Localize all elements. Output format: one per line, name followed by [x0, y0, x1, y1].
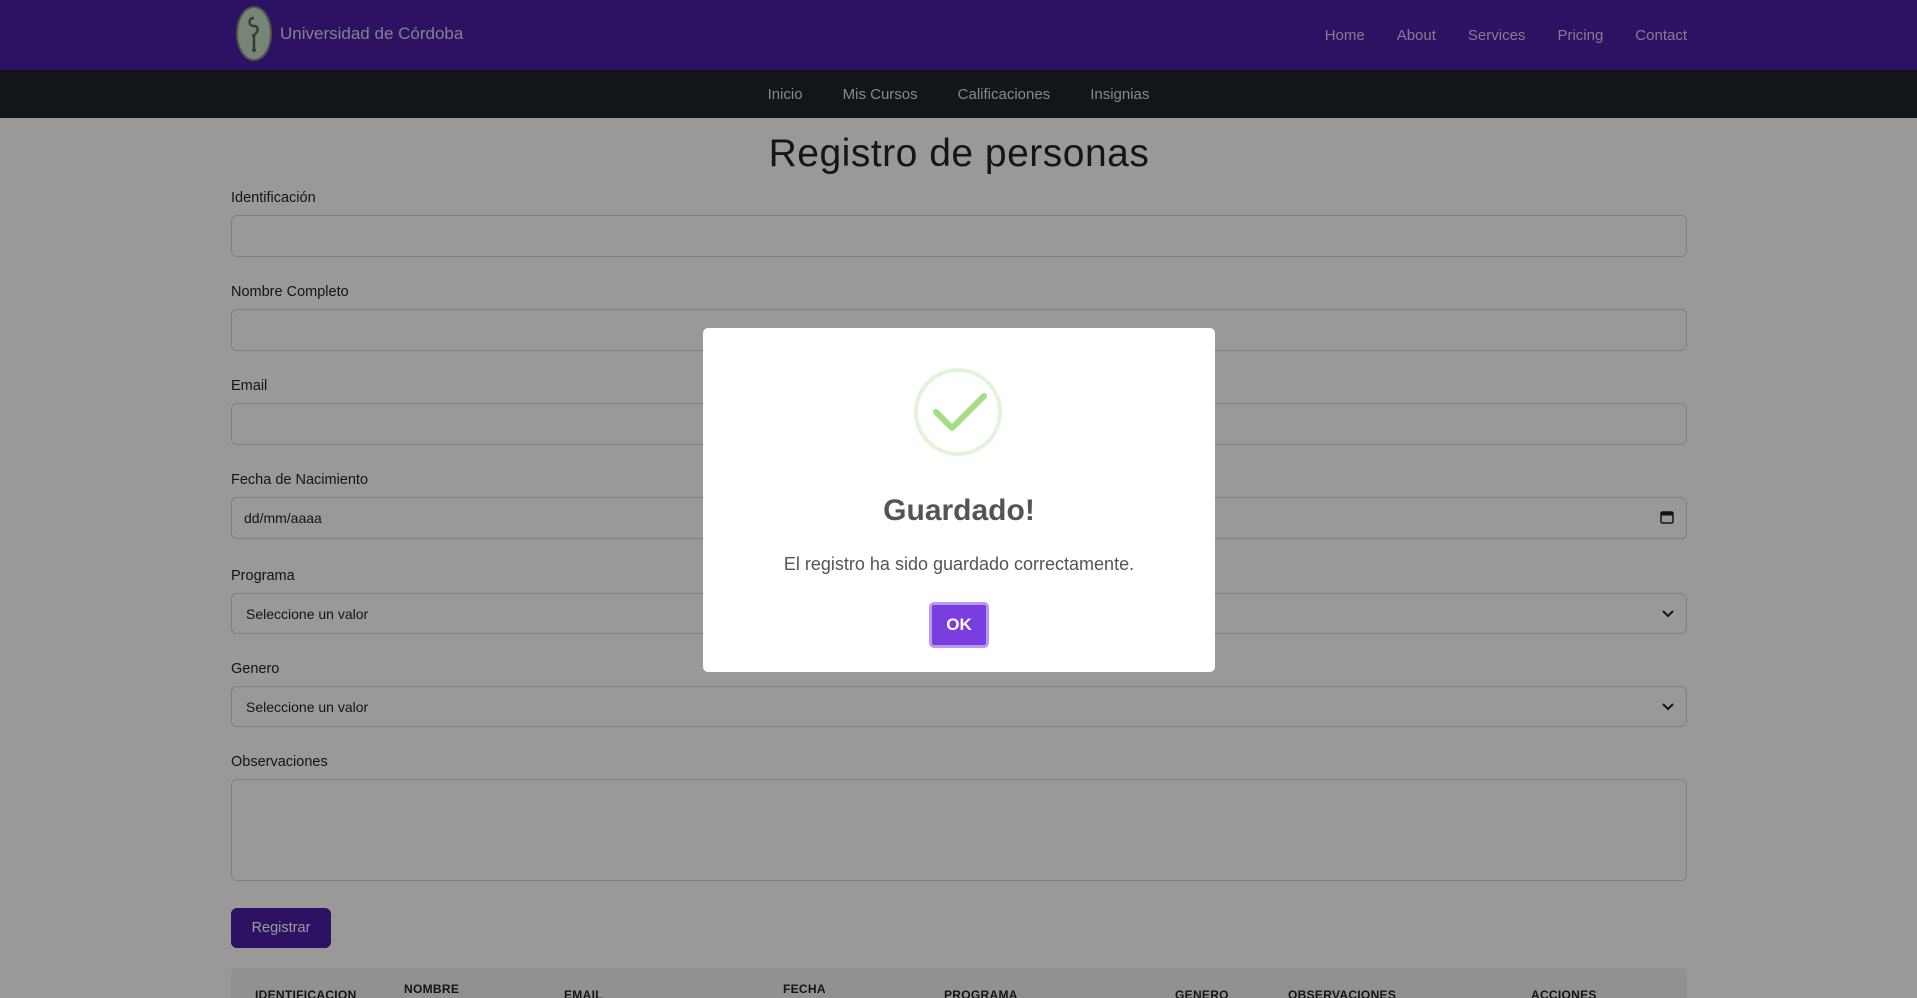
ok-button[interactable]: OK — [929, 602, 989, 648]
dialog-message: El registro ha sido guardado correctamen… — [783, 554, 1135, 574]
success-dialog: Guardado! El registro ha sido guardado c… — [703, 328, 1215, 672]
dialog-title: Guardado! — [883, 494, 1035, 527]
success-check-icon — [914, 368, 1002, 456]
